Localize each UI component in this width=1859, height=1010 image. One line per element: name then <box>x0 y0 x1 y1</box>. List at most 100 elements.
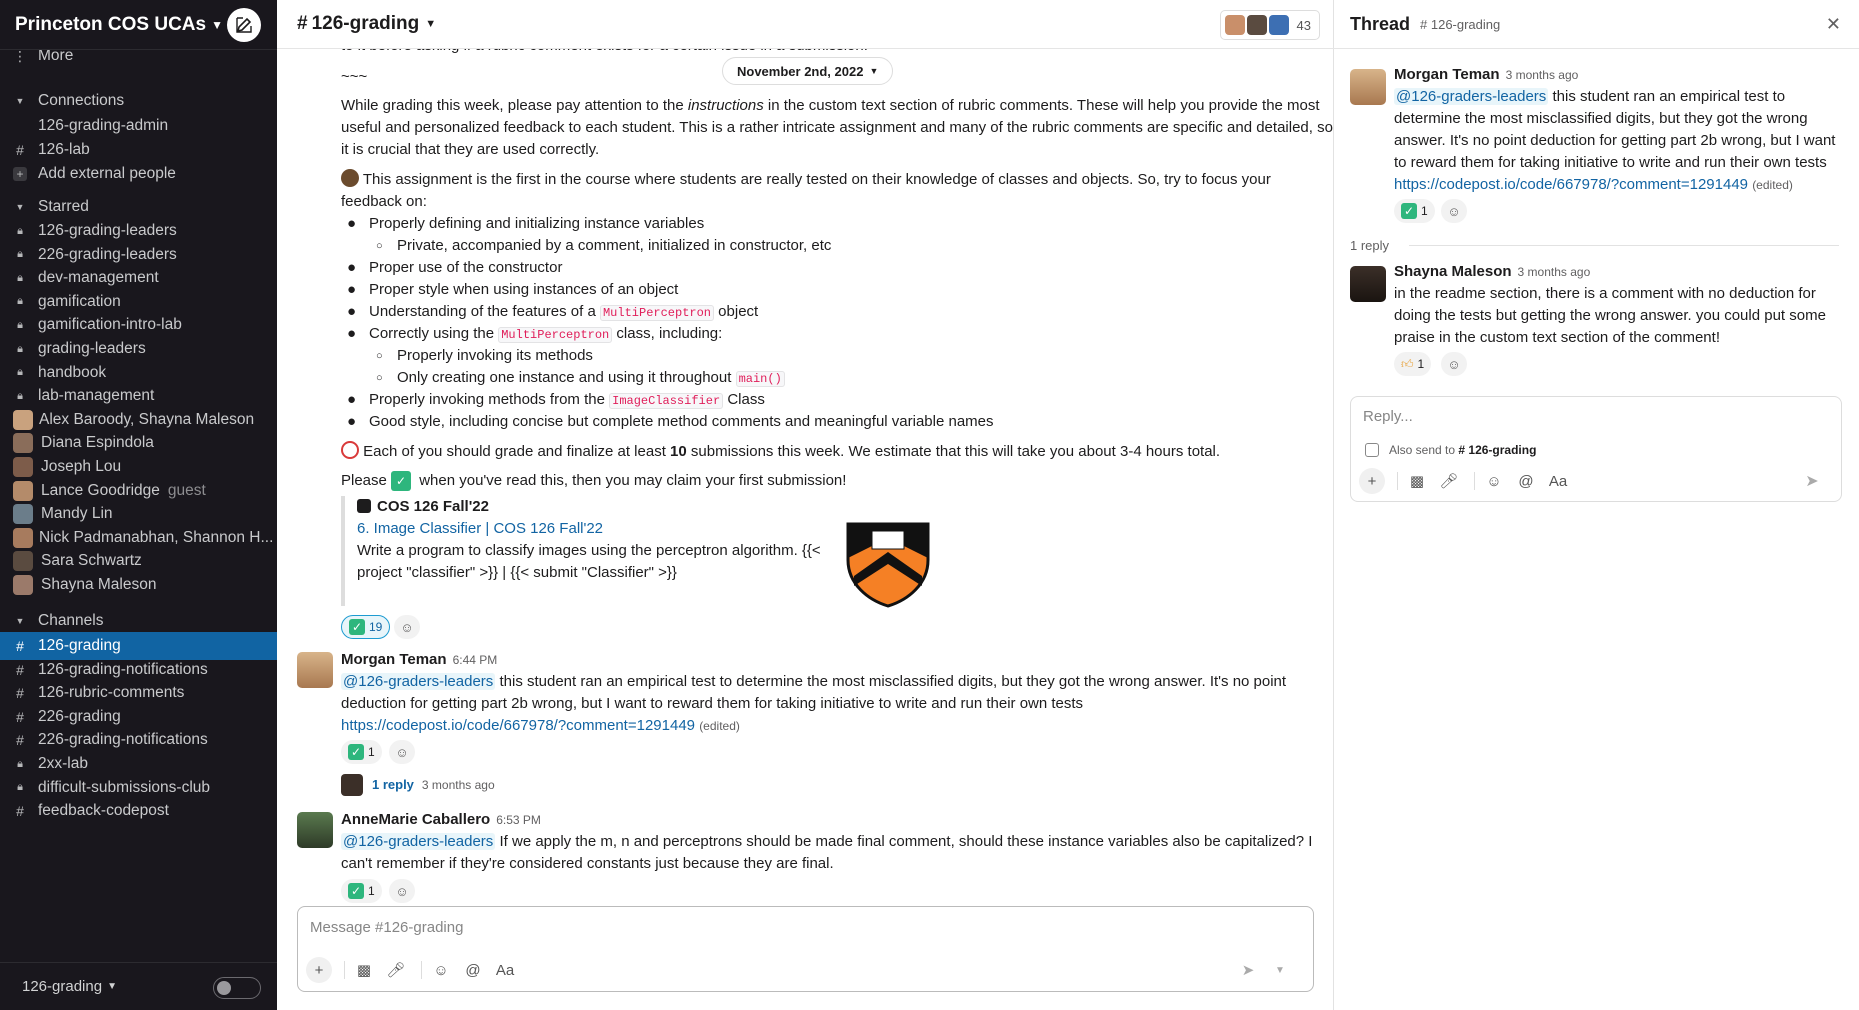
channel-title[interactable]: 126-grading <box>312 13 420 35</box>
avatar[interactable] <box>297 652 333 688</box>
reaction-count: 1 <box>368 745 375 759</box>
reaction-thumbs-up[interactable]: 👍︎ 1 <box>1394 352 1432 376</box>
plus-icon[interactable]: + <box>306 957 332 983</box>
sidebar-item-label: Lance Goodridge <box>41 481 160 499</box>
also-send-checkbox[interactable] <box>1365 443 1379 457</box>
thread-replies-bar[interactable]: 1 reply 3 months ago <box>372 774 495 796</box>
emoji-icon[interactable]: ☺ <box>1481 468 1507 494</box>
author-name[interactable]: AnneMarie Caballero <box>341 811 490 828</box>
close-icon[interactable]: ✕ <box>1826 14 1841 35</box>
message-header: AnneMarie Caballero 6:53 PM <box>341 809 541 831</box>
detective-emoji-icon <box>341 169 359 187</box>
sidebar-item-label: dev-management <box>38 269 159 287</box>
add-reaction-button[interactable]: ☺ <box>1441 199 1467 223</box>
huddle-channel-label[interactable]: 126-grading <box>22 978 102 995</box>
sidebar-item-label: 126-lab <box>38 141 90 158</box>
video-icon[interactable]: ▩ <box>351 957 377 983</box>
author-name[interactable]: Shayna Maleson <box>1394 263 1512 280</box>
mention-icon[interactable]: @ <box>1513 468 1539 494</box>
sidebar-item-label: 226-grading-leaders <box>38 245 177 263</box>
list-item: Private, accompanied by a comment, initi… <box>397 237 832 254</box>
mention-link[interactable]: @126-graders-leaders <box>341 833 496 850</box>
mention-link[interactable]: @126-graders-leaders <box>1394 88 1549 105</box>
codepost-link[interactable]: https://codepost.io/code/667978/?comment… <box>341 717 695 734</box>
workspace-name[interactable]: Princeton COS UCAs <box>15 14 206 36</box>
sidebar-item-label: 126-grading-admin <box>38 117 169 134</box>
lock-icon: 🔒︎ <box>17 366 23 379</box>
reply-count-link[interactable]: 1 reply <box>372 777 414 792</box>
sidebar-item-label: Add external people <box>38 165 176 182</box>
workspace-header[interactable]: Princeton COS UCAs ▼ <box>0 0 277 50</box>
chevron-down-icon[interactable]: ▼ <box>1267 957 1293 983</box>
chevron-down-icon[interactable]: ▼ <box>211 18 223 32</box>
sidebar-item-more[interactable]: ⋮ More <box>0 50 277 70</box>
message-text: determine the most misclassified digits,… <box>1394 110 1808 127</box>
timestamp[interactable]: 6:44 PM <box>453 653 498 667</box>
channel-pane: # 126-grading ▼ 43 to it before asking i… <box>277 0 1334 1010</box>
message-header: Morgan Teman 6:44 PM <box>341 649 497 671</box>
reaction-check[interactable]: ✓ 1 <box>341 879 382 903</box>
add-reaction-button[interactable]: ☺ <box>1441 352 1467 376</box>
chevron-down-icon[interactable]: ▼ <box>425 18 436 30</box>
unfurl-title-link[interactable]: 6. Image Classifier | COS 126 Fall'22 <box>357 518 603 540</box>
huddle-toggle[interactable] <box>213 977 261 999</box>
mention-icon[interactable]: @ <box>460 957 486 983</box>
avatar[interactable] <box>1350 69 1386 105</box>
add-emoji-icon: ☺ <box>1447 356 1461 372</box>
microphone-icon[interactable]: 🎤︎ <box>383 957 409 983</box>
send-icon[interactable]: ➤ <box>1799 468 1825 494</box>
reply-time: 3 months ago <box>421 778 495 792</box>
reaction-count: 19 <box>369 620 383 634</box>
author-name[interactable]: Morgan Teman <box>341 651 447 668</box>
reaction-check[interactable]: ✓ 19 <box>341 615 391 639</box>
sidebar-item-channel[interactable]: # feedback-codepost <box>0 797 277 825</box>
avatar[interactable] <box>1350 266 1386 302</box>
date-label: November 2nd, 2022 <box>737 63 864 79</box>
author-name[interactable]: Morgan Teman <box>1394 66 1500 83</box>
microphone-icon[interactable]: 🎤︎ <box>1436 468 1462 494</box>
sidebar-item-label: grading-leaders <box>38 340 146 357</box>
unfurl-description: Write a program to classify images using… <box>357 542 821 559</box>
message-input[interactable]: Message #126-grading <box>310 919 463 936</box>
message-text: This assignment is the first in the cour… <box>341 169 1271 191</box>
compose-button[interactable] <box>227 8 261 42</box>
date-divider[interactable]: November 2nd, 2022 ▼ <box>722 57 894 85</box>
check-mark-icon: ✓ <box>348 744 364 760</box>
codepost-link[interactable]: https://codepost.io/code/667978/?comment… <box>1394 176 1748 193</box>
message-text: can't remember if they're considered con… <box>341 855 834 872</box>
mention-link[interactable]: @126-graders-leaders <box>341 673 496 690</box>
thread-channel-link[interactable]: # 126-grading <box>1420 17 1500 32</box>
timestamp[interactable]: 3 months ago <box>1506 68 1579 82</box>
sidebar-footer[interactable]: 126-grading ▼ <box>0 962 277 1010</box>
section-channels[interactable]: ▼ Channels <box>0 607 277 635</box>
reaction-check[interactable]: ✓ 1 <box>1394 199 1435 223</box>
group-dm-icon <box>13 409 33 430</box>
princeton-shield-logo <box>846 522 930 608</box>
sidebar-item-add-external[interactable]: + Add external people <box>0 160 277 188</box>
format-text-icon[interactable]: Aa <box>492 957 518 983</box>
timestamp[interactable]: 3 months ago <box>1518 265 1591 279</box>
add-reaction-button[interactable]: ☺ <box>389 879 415 903</box>
thread-reply-composer[interactable]: Reply... Also send to # 126-grading + ▩ … <box>1350 396 1842 502</box>
avatar[interactable] <box>297 812 333 848</box>
send-icon[interactable]: ➤ <box>1235 957 1261 983</box>
message-text: praise in the custom text section of the… <box>1394 329 1720 346</box>
message-text: it is crucial that they are used correct… <box>341 141 600 158</box>
sidebar-item-starred[interactable]: Shayna Maleson <box>0 571 277 599</box>
timestamp[interactable]: 6:53 PM <box>496 813 541 827</box>
member-list-button[interactable]: 43 <box>1219 10 1320 40</box>
reply-input[interactable]: Reply... <box>1363 406 1413 428</box>
plus-icon[interactable]: + <box>1359 468 1385 494</box>
chevron-down-icon[interactable]: ▼ <box>107 981 117 992</box>
video-icon[interactable]: ▩ <box>1404 468 1430 494</box>
sidebar-item-label: Nick Padmanabhan, Shannon H... <box>39 528 274 546</box>
emoji-icon[interactable]: ☺ <box>428 957 454 983</box>
reaction-check[interactable]: ✓ 1 <box>341 740 382 764</box>
message-text: ~~~ <box>341 68 368 85</box>
add-reaction-button[interactable]: ☺ <box>394 615 420 639</box>
message-composer[interactable]: Message #126-grading + ▩ 🎤︎ ☺ @ Aa ➤ ▼ <box>297 906 1314 992</box>
add-reaction-button[interactable]: ☺ <box>389 740 415 764</box>
format-text-icon[interactable]: Aa <box>1545 468 1571 494</box>
sidebar-item-label: 126-grading-notifications <box>38 660 208 678</box>
section-connections[interactable]: ▼ Connections <box>0 87 277 115</box>
